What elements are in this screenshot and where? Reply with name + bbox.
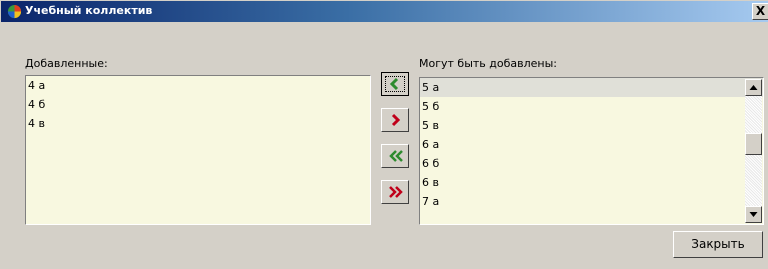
title-bar[interactable]: Учебный коллектив X — [1, 1, 768, 22]
close-button[interactable]: Закрыть — [673, 231, 763, 258]
list-item[interactable]: 4 в — [26, 114, 370, 133]
chevron-left-green-icon — [389, 77, 399, 91]
window-title: Учебный коллектив — [25, 4, 153, 17]
move-all-left-button[interactable] — [381, 144, 409, 168]
added-list-label: Добавленные: — [25, 57, 108, 70]
available-list[interactable]: 5 а 5 б 5 в 6 а 6 б 6 в 7 а — [419, 77, 764, 225]
list-item[interactable]: 4 а — [26, 76, 370, 95]
chevron-right-red-icon — [391, 113, 401, 127]
list-item[interactable]: 5 б — [420, 97, 763, 116]
dialog-window: Учебный коллектив X Добавленные: 4 а 4 б… — [0, 0, 768, 269]
scroll-down-button[interactable] — [745, 206, 762, 223]
list-item[interactable]: 6 в — [420, 173, 763, 192]
vertical-scrollbar[interactable] — [745, 79, 762, 223]
double-chevron-left-green-icon — [389, 150, 403, 162]
list-item[interactable]: 6 б — [420, 154, 763, 173]
move-left-button[interactable] — [381, 72, 409, 96]
close-window-button[interactable]: X — [752, 3, 768, 20]
scroll-thumb[interactable] — [745, 133, 762, 155]
triangle-down-icon — [749, 212, 758, 217]
move-all-right-button[interactable] — [381, 180, 409, 204]
list-item[interactable]: 4 б — [26, 95, 370, 114]
triangle-up-icon — [749, 85, 758, 90]
move-right-button[interactable] — [381, 108, 409, 132]
list-item[interactable]: 5 а — [420, 78, 763, 97]
added-list[interactable]: 4 а 4 б 4 в — [25, 75, 371, 225]
list-item[interactable]: 6 а — [420, 135, 763, 154]
double-chevron-right-red-icon — [389, 186, 403, 198]
available-list-label: Могут быть добавлены: — [419, 57, 557, 70]
app-icon — [7, 4, 22, 19]
list-item[interactable]: 7 а — [420, 192, 763, 211]
scroll-up-button[interactable] — [745, 79, 762, 96]
list-item[interactable]: 5 в — [420, 116, 763, 135]
